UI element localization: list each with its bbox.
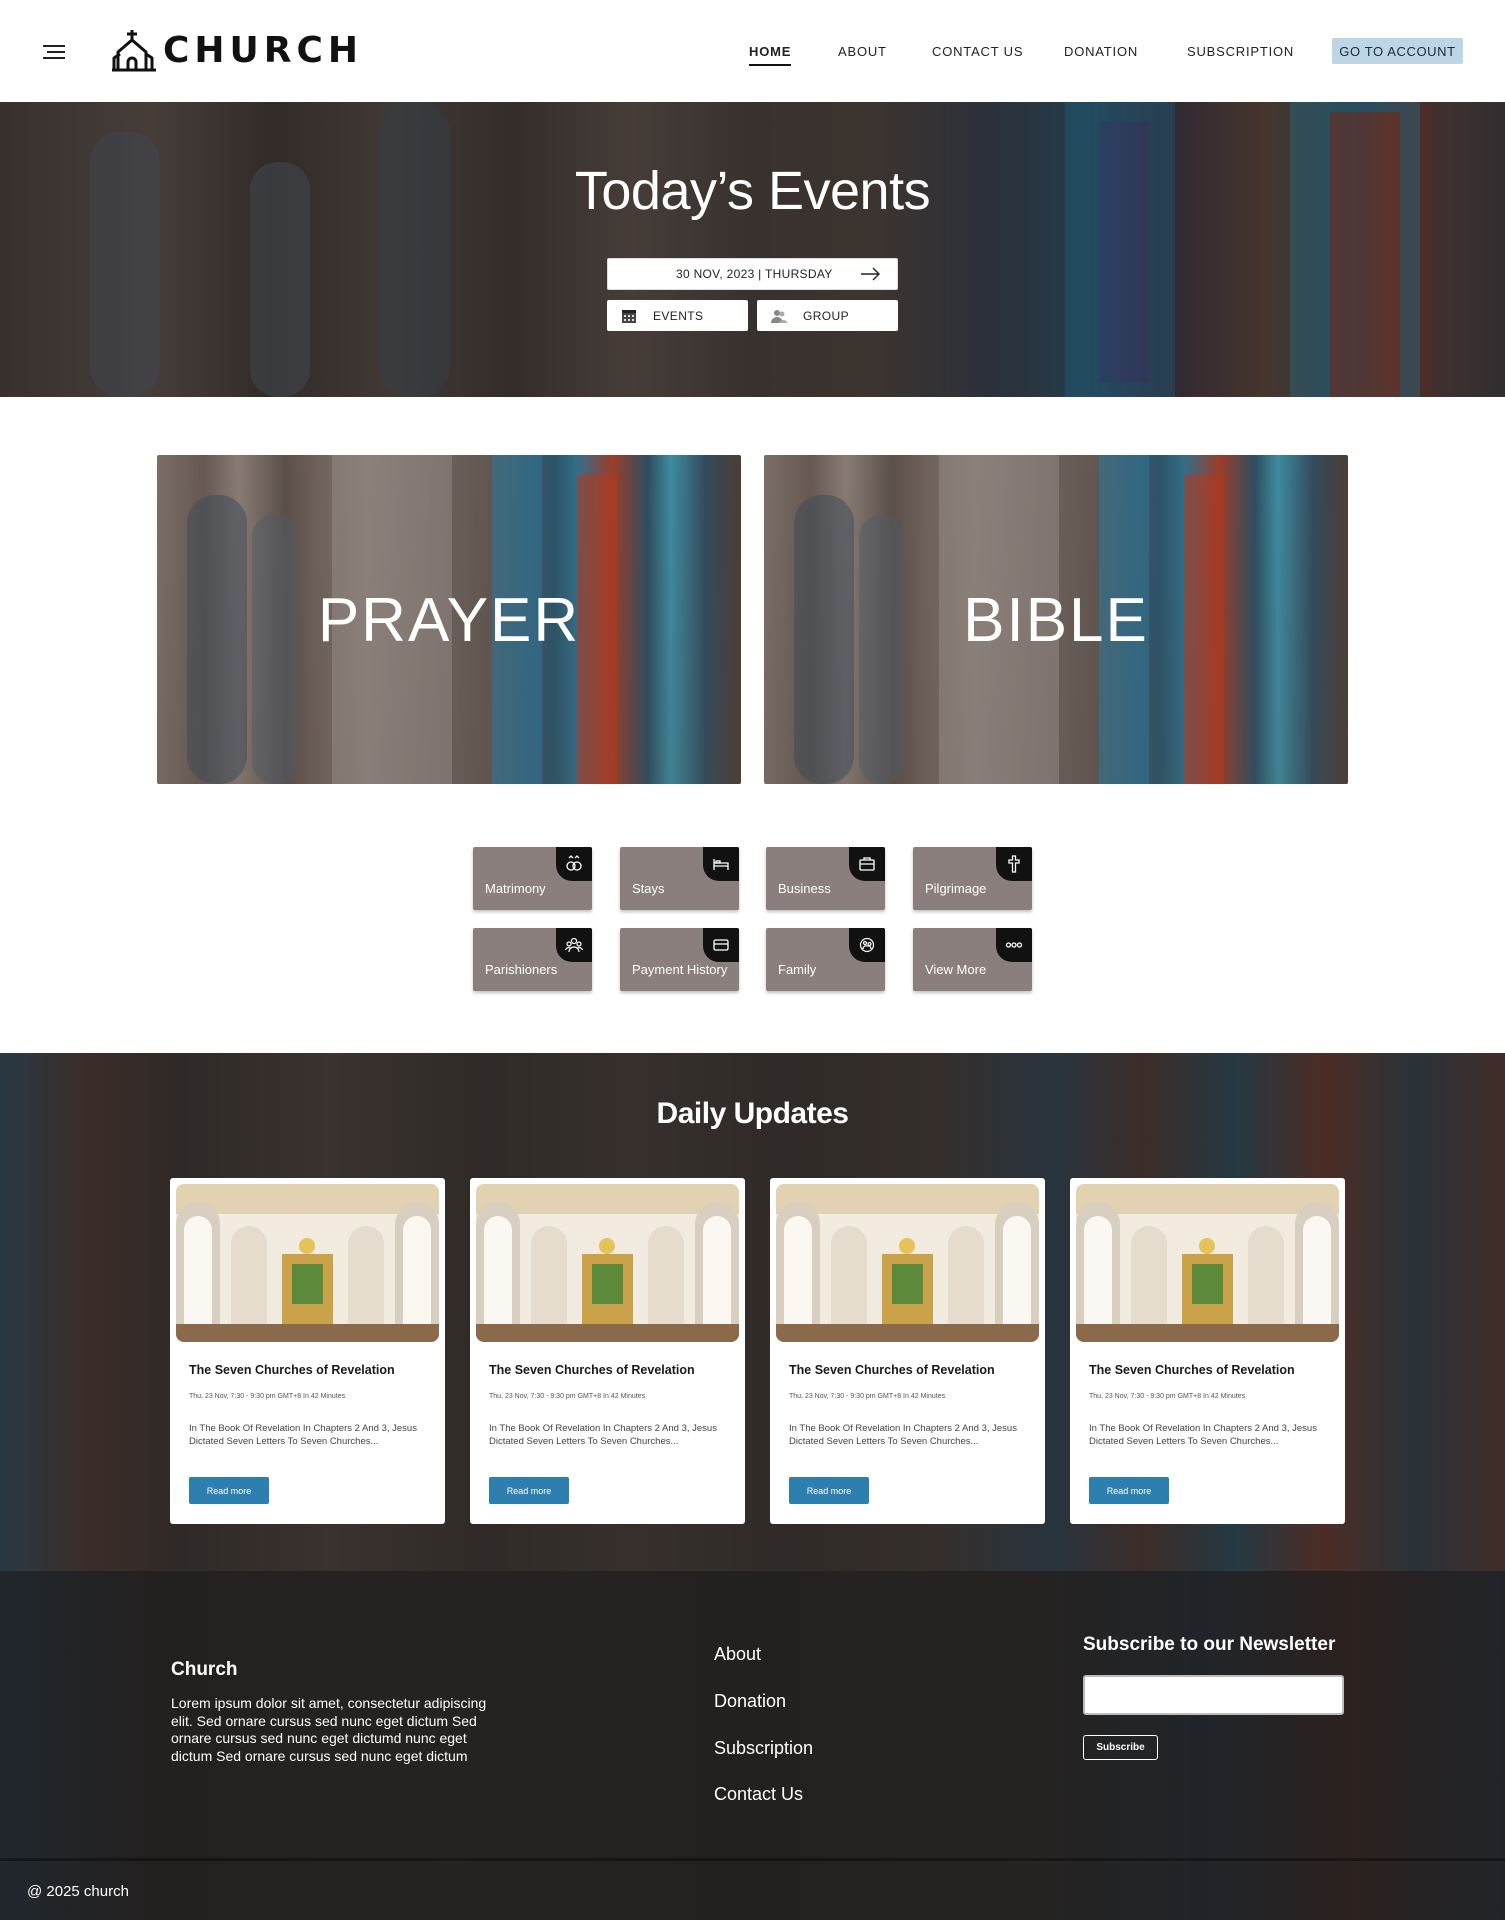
update-meta: Thu, 23 Nov, 7:30 - 9:30 pm GMT+8 In 42 … [789,1393,946,1400]
site-header: CHURCH HOME ABOUT CONTACT US DONATION SU… [0,0,1505,102]
tile-label: Family [778,962,817,977]
group-label: GROUP [803,308,850,323]
group-icon [771,309,787,323]
newsletter-email-input[interactable] [1083,1675,1344,1715]
hero-banner: Today’s Events 30 NOV, 2023 | THURSDAY E… [0,102,1505,397]
hero-background-image [90,102,1505,397]
update-description: In The Book Of Revelation In Chapters 2 … [189,1423,417,1447]
tile-badge [849,928,885,962]
tile-family[interactable]: Family [766,928,885,991]
events-button[interactable]: EVENTS [607,300,748,331]
footer-link-subscription[interactable]: Subscription [714,1738,813,1759]
tile-label: Payment History [632,962,728,977]
update-title: The Seven Churches of Revelation [1089,1363,1295,1377]
family-icon [859,937,875,953]
read-more-button[interactable]: Read more [1089,1477,1169,1504]
update-meta: Thu, 23 Nov, 7:30 - 9:30 pm GMT+8 In 42 … [1089,1393,1246,1400]
main-nav: HOME ABOUT CONTACT US DONATION SUBSCRIPT… [0,38,1505,66]
more-icon [1005,942,1023,948]
church-interior-image [476,1184,739,1342]
prayer-label: PRAYER [317,586,581,655]
tile-label: Matrimony [485,881,546,896]
update-title: The Seven Churches of Revelation [189,1363,395,1377]
newsletter-title: Subscribe to our Newsletter [1083,1634,1336,1655]
bible-card[interactable]: BIBLE [764,455,1348,784]
daily-updates-section: Daily Updates The Seven Churches of Reve… [0,1053,1505,1571]
bible-label: BIBLE [963,586,1149,655]
footer-description: Lorem ipsum dolor sit amet, consectetur … [171,1695,487,1764]
calendar-icon [622,309,636,323]
tile-label: View More [925,962,987,977]
tile-stays[interactable]: Stays [620,847,739,910]
update-title: The Seven Churches of Revelation [489,1363,695,1377]
copyright-text: @ 2025 church [27,1883,129,1900]
tile-pilgrimage[interactable]: Pilgrimage [913,847,1032,910]
nav-donation[interactable]: DONATION [1064,44,1138,59]
update-description: In The Book Of Revelation In Chapters 2 … [489,1423,717,1447]
tile-payment-history[interactable]: Payment History [620,928,739,991]
update-card: The Seven Churches of Revelation Thu, 23… [770,1178,1045,1524]
footer-link-contact-us[interactable]: Contact Us [714,1784,803,1805]
daily-updates-title: Daily Updates [656,1097,849,1130]
update-meta: Thu, 23 Nov, 7:30 - 9:30 pm GMT+8 In 42 … [189,1393,346,1400]
people-icon [565,937,583,953]
footer-link-donation[interactable]: Donation [714,1691,786,1712]
rings-icon [566,855,582,871]
update-description: In The Book Of Revelation In Chapters 2 … [789,1423,1017,1447]
tile-label: Parishioners [485,962,558,977]
nav-home[interactable]: HOME [749,44,791,66]
tile-badge [849,847,885,881]
tile-badge [556,847,592,881]
go-to-account-button[interactable]: GO TO ACCOUNT [1332,38,1463,64]
group-button[interactable]: GROUP [757,300,898,331]
nav-contact-us[interactable]: CONTACT US [932,44,1023,59]
update-card: The Seven Churches of Revelation Thu, 23… [470,1178,745,1524]
church-interior-image [176,1184,439,1342]
read-more-button[interactable]: Read more [789,1477,869,1504]
tile-badge [996,928,1032,962]
tile-parishioners[interactable]: Parishioners [473,928,592,991]
tile-label: Pilgrimage [925,881,987,896]
arrow-right-icon [861,267,880,281]
tile-badge [703,847,739,881]
tile-badge [703,928,739,962]
nav-about[interactable]: ABOUT [838,44,887,59]
update-title: The Seven Churches of Revelation [789,1363,995,1377]
tile-label: Business [778,881,831,896]
cross-icon [1008,855,1020,873]
date-text: 30 NOV, 2023 | THURSDAY [676,267,833,281]
footer-link-about[interactable]: About [714,1644,761,1665]
church-interior-image [1076,1184,1339,1342]
briefcase-icon [859,857,875,871]
site-footer: Church Lorem ipsum dolor sit amet, conse… [0,1571,1505,1920]
card-icon [713,939,729,951]
read-more-button[interactable]: Read more [189,1477,269,1504]
read-more-button[interactable]: Read more [489,1477,569,1504]
tile-badge [556,928,592,962]
update-meta: Thu, 23 Nov, 7:30 - 9:30 pm GMT+8 In 42 … [489,1393,646,1400]
footer-title: Church [171,1659,238,1680]
tile-badge [996,847,1032,881]
bed-icon [713,859,729,870]
tile-business[interactable]: Business [766,847,885,910]
update-card: The Seven Churches of Revelation Thu, 23… [1070,1178,1345,1524]
events-label: EVENTS [653,308,704,323]
subscribe-button[interactable]: Subscribe [1083,1735,1158,1760]
church-interior-image [776,1184,1039,1342]
date-selector[interactable]: 30 NOV, 2023 | THURSDAY [607,258,898,290]
tile-matrimony[interactable]: Matrimony [473,847,592,910]
prayer-card[interactable]: PRAYER [157,455,741,784]
tile-label: Stays [632,881,665,896]
footer-divider [0,1858,1505,1861]
update-description: In The Book Of Revelation In Chapters 2 … [1089,1423,1317,1447]
nav-subscription[interactable]: SUBSCRIPTION [1187,44,1294,59]
hero-title: Today’s Events [574,161,931,221]
update-card: The Seven Churches of Revelation Thu, 23… [170,1178,445,1524]
tile-view-more[interactable]: View More [913,928,1032,991]
